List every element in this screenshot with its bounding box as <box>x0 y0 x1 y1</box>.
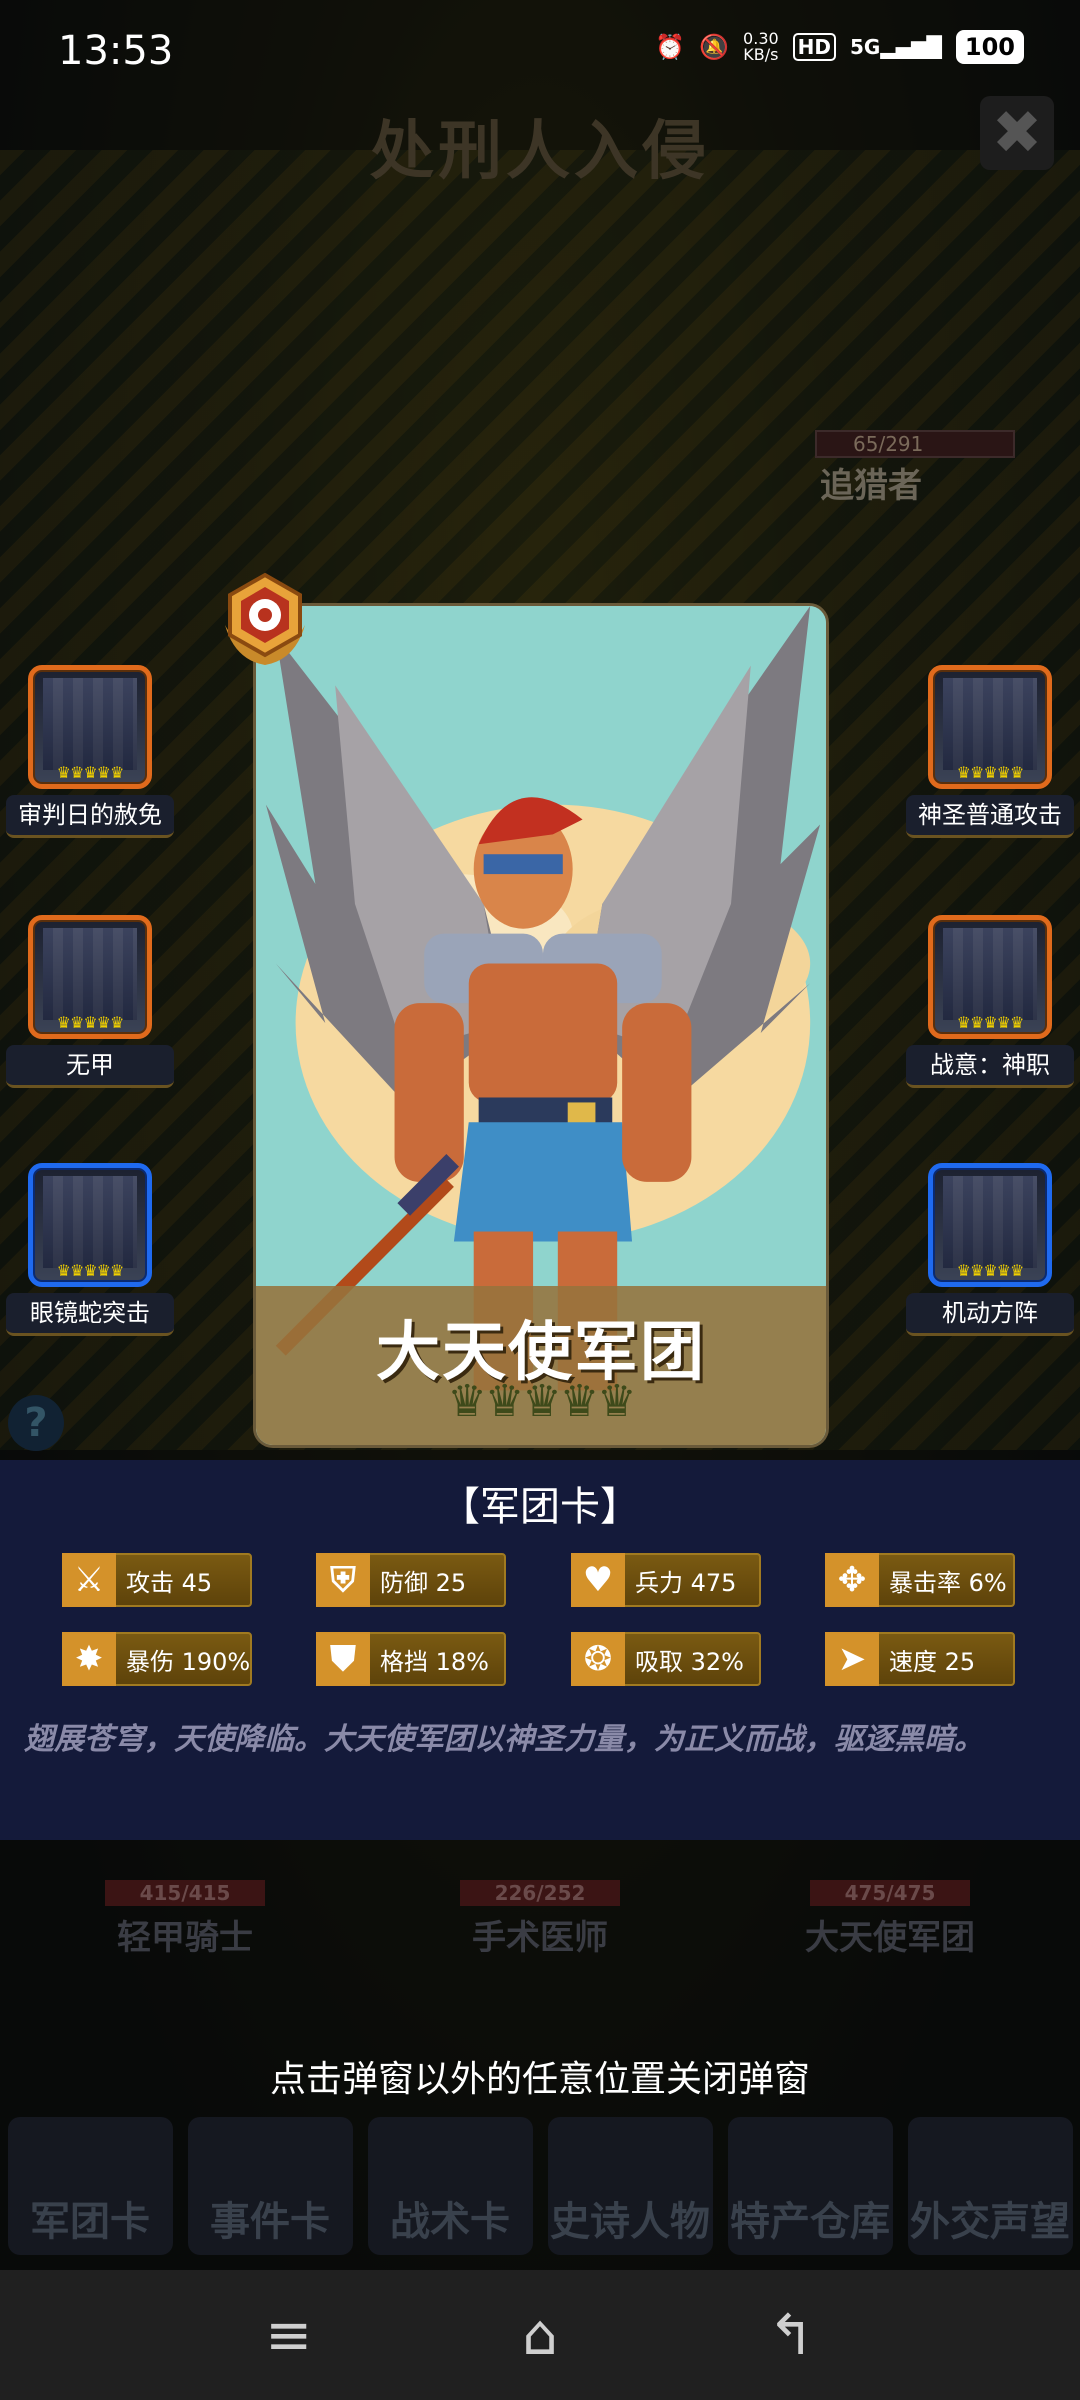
skill-frame: ♛♛♛♛♛ <box>28 1163 152 1287</box>
bottom-tab-bar: 军团卡 事件卡 战术卡 史诗人物 特产仓库 外交声望 <box>0 2105 1080 2255</box>
boot-icon: ➤ <box>825 1632 879 1686</box>
background-unit: 415/415 轻甲骑士 <box>95 1880 275 1959</box>
crown-rating-icon: ♛♛♛♛♛ <box>56 763 125 782</box>
crit-icon: ✥ <box>825 1553 879 1607</box>
clock: 13:53 <box>58 28 174 74</box>
background-unit: 226/252 手术医师 <box>450 1880 630 1959</box>
unit-name: 手术医师 <box>472 1918 608 1958</box>
stat-troops: ♥ 兵力 475 <box>571 1553 761 1607</box>
legion-card: 大天使军团 ♛♛♛♛♛ <box>253 603 829 1448</box>
crown-rating-icon: ♛♛♛♛♛ <box>447 1376 636 1427</box>
crown-rating-icon: ♛♛♛♛♛ <box>956 1013 1025 1032</box>
stat-attack: ⚔ 攻击 45 <box>62 1553 252 1607</box>
card-description: 翅展苍穹，天使降临。大天使军团以神圣力量，为正义而战，驱逐黑暗。 <box>24 1722 984 1757</box>
stat-label: 格挡 18% <box>380 1647 489 1676</box>
stat-speed: ➤ 速度 25 <box>825 1632 1015 1686</box>
tab-epic-characters[interactable]: 史诗人物 <box>547 2117 713 2255</box>
crown-rating-icon: ♛♛♛♛♛ <box>956 763 1025 782</box>
status-icons: ⏰ 🔕 0.30 KB/s HD 5G▂▄▆█ 100 <box>655 30 1024 64</box>
close-hint: 点击弹窗以外的任意位置关闭弹窗 <box>269 2059 810 2100</box>
unit-hp: 415/415 <box>105 1880 265 1906</box>
crown-rating-icon: ♛♛♛♛♛ <box>56 1261 125 1280</box>
skill-artwork <box>43 928 137 1020</box>
net-speed: 0.30 KB/s <box>743 31 779 63</box>
unit-name: 轻甲骑士 <box>117 1918 253 1958</box>
stat-label: 兵力 475 <box>635 1568 737 1597</box>
mute-icon: 🔕 <box>699 33 730 61</box>
unit-hp: 226/252 <box>460 1880 620 1906</box>
home-icon[interactable]: ⌂ <box>522 2303 558 2368</box>
skill-holy-attack[interactable]: ♛♛♛♛♛ 神圣普通攻击 <box>903 665 1077 838</box>
skill-frame: ♛♛♛♛♛ <box>928 1163 1052 1287</box>
alarm-icon: ⏰ <box>655 33 686 61</box>
network-type: 5G <box>850 35 881 59</box>
tab-tactic-cards[interactable]: 战术卡 <box>367 2117 533 2255</box>
signal-icon: 5G▂▄▆█ <box>850 35 942 59</box>
skill-artwork <box>943 678 1037 770</box>
stat-lifesteal: ❂ 吸取 32% <box>571 1632 761 1686</box>
stat-defense: ⛨ 防御 25 <box>316 1553 506 1607</box>
shield-icon: ⛨ <box>316 1553 370 1607</box>
stat-label: 速度 25 <box>889 1647 976 1676</box>
stat-label: 攻击 45 <box>126 1568 213 1597</box>
sword-icon: ⚔ <box>62 1553 116 1607</box>
crown-rating-icon: ♛♛♛♛♛ <box>56 1013 125 1032</box>
tab-diplomacy[interactable]: 外交声望 <box>907 2117 1073 2255</box>
skill-frame: ♛♛♛♛♛ <box>928 665 1052 789</box>
net-speed-unit: KB/s <box>743 45 779 64</box>
background-title: 处刑人入侵 <box>370 115 710 189</box>
unit-hp: 475/475 <box>810 1880 970 1906</box>
status-bar: 13:53 ⏰ 🔕 0.30 KB/s HD 5G▂▄▆█ 100 <box>0 0 1080 110</box>
battery-icon: 100 <box>955 30 1024 64</box>
stat-crit-rate: ✥ 暴击率 6% <box>825 1553 1015 1607</box>
card-type: 【军团卡】 <box>440 1484 640 1530</box>
skill-label: 机动方阵 <box>906 1293 1074 1336</box>
tab-event-cards[interactable]: 事件卡 <box>187 2117 353 2255</box>
unit-name: 大天使军团 <box>805 1918 975 1958</box>
back-icon[interactable]: ↰ <box>768 2303 815 2368</box>
skill-mobile-phalanx[interactable]: ♛♛♛♛♛ 机动方阵 <box>903 1163 1077 1336</box>
skill-battle-will[interactable]: ♛♛♛♛♛ 战意：神职 <box>903 915 1077 1088</box>
stat-label: 暴击率 6% <box>889 1568 1007 1597</box>
stat-label: 吸取 32% <box>635 1647 744 1676</box>
skill-artwork <box>943 928 1037 1020</box>
skill-artwork <box>943 1176 1037 1268</box>
system-nav-bar: ≡ ⌂ ↰ <box>0 2270 1080 2400</box>
skill-frame: ♛♛♛♛♛ <box>28 665 152 789</box>
burst-icon: ✸ <box>62 1632 116 1686</box>
skill-frame: ♛♛♛♛♛ <box>28 915 152 1039</box>
skill-label: 神圣普通攻击 <box>906 795 1074 838</box>
hd-badge: HD <box>792 33 837 61</box>
skill-frame: ♛♛♛♛♛ <box>928 915 1052 1039</box>
menu-icon[interactable]: ≡ <box>265 2303 312 2368</box>
crown-rating-icon: ♛♛♛♛♛ <box>956 1261 1025 1280</box>
block-icon: ⛊ <box>316 1632 370 1686</box>
skill-label: 战意：神职 <box>906 1045 1074 1088</box>
skill-artwork <box>43 1176 137 1268</box>
help-icon[interactable]: ? <box>8 1395 64 1451</box>
rank-medal-icon <box>225 572 305 665</box>
skill-label: 无甲 <box>6 1045 174 1088</box>
skill-no-armor[interactable]: ♛♛♛♛♛ 无甲 <box>3 915 177 1088</box>
skill-judgment-pardon[interactable]: ♛♛♛♛♛ 审判日的赦免 <box>3 665 177 838</box>
stat-crit-damage: ✸ 暴伤 190% <box>62 1632 252 1686</box>
stat-label: 暴伤 190% <box>126 1647 251 1676</box>
enemy-hp-bar: 65/291 <box>815 430 1015 458</box>
enemy-name: 追猎者 <box>820 466 922 506</box>
stat-label: 防御 25 <box>380 1568 467 1597</box>
tab-specialty-warehouse[interactable]: 特产仓库 <box>727 2117 893 2255</box>
background-unit: 475/475 大天使军团 <box>785 1880 995 1959</box>
tab-legion-cards[interactable]: 军团卡 <box>7 2117 173 2255</box>
skill-label: 眼镜蛇突击 <box>6 1293 174 1336</box>
heart-icon: ♥ <box>571 1553 625 1607</box>
stat-block: ⛊ 格挡 18% <box>316 1632 506 1686</box>
skill-label: 审判日的赦免 <box>6 795 174 838</box>
skill-artwork <box>43 678 137 770</box>
skill-cobra-strike[interactable]: ♛♛♛♛♛ 眼镜蛇突击 <box>3 1163 177 1336</box>
lifesteal-icon: ❂ <box>571 1632 625 1686</box>
